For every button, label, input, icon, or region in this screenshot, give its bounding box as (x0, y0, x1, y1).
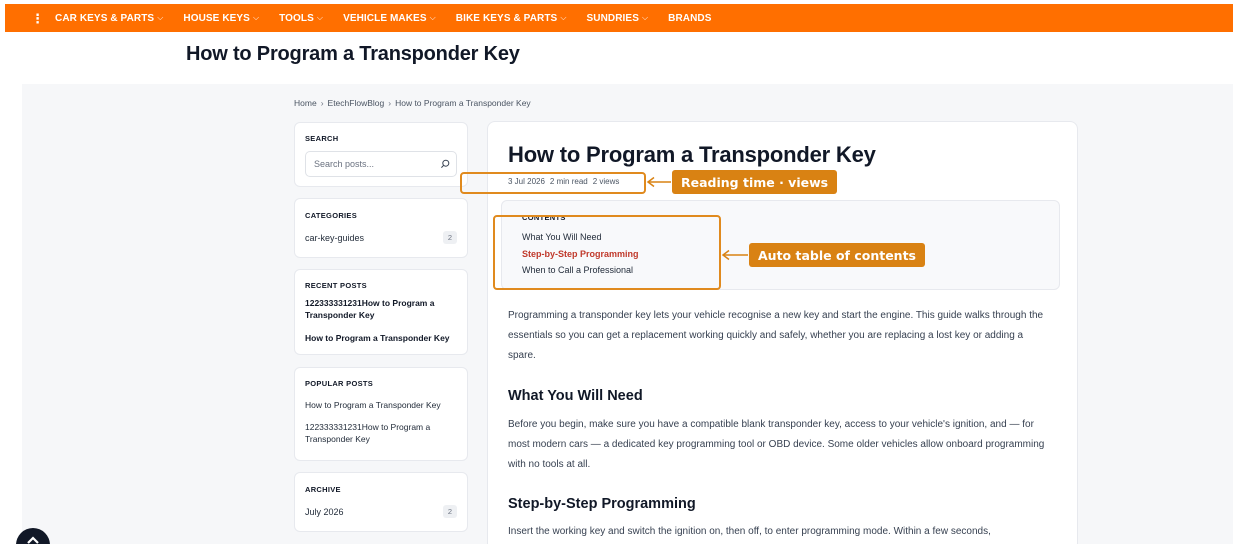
chevron-down-icon: ⌵ (252, 13, 260, 22)
arrow-up-icon (27, 536, 39, 544)
nav-tools[interactable]: TOOLS ⌵ (279, 13, 323, 24)
archive-item[interactable]: July 2026 2 (305, 505, 457, 518)
breadcrumb-home[interactable]: Home (294, 98, 317, 108)
breadcrumb-separator: › (320, 98, 324, 108)
recent-post-link[interactable]: How to Program a Transponder Key (305, 332, 453, 344)
chevron-down-icon: ⌵ (157, 13, 164, 22)
recent-posts-widget: RECENT POSTS 122333331231How to Program … (294, 269, 468, 355)
search-input[interactable] (314, 159, 434, 169)
article-meta: 3 Jul 2026 2 min read 2 views (508, 177, 619, 186)
nav-house-keys[interactable]: HOUSE KEYS ⌵ (183, 13, 259, 24)
categories-widget: CATEGORIES car-key-guides 2 (294, 198, 468, 258)
breadcrumb-blog[interactable]: EtechFlowBlog (328, 98, 385, 108)
archive-widget: ARCHIVE July 2026 2 (294, 472, 468, 532)
categories-title: CATEGORIES (305, 211, 358, 220)
toc-item-what-you-will-need[interactable]: What You Will Need (522, 232, 602, 242)
search-widget: SEARCH (294, 122, 468, 187)
nav-sundries[interactable]: SUNDRIES ⌵ (586, 13, 648, 24)
article-title: How to Program a Transponder Key (508, 142, 876, 167)
archive-label[interactable]: July 2026 (305, 507, 344, 517)
archive-count-badge: 2 (443, 505, 457, 518)
page: ⋮ CAR KEYS & PARTS ⌵ HOUSE KEYS ⌵ TOOLS ⌵ V… (0, 0, 1233, 544)
breadcrumb: Home › EtechFlowBlog › How to Program a Tran… (294, 98, 531, 108)
read-time: 2 min read (549, 177, 588, 186)
menu-kebab-icon[interactable]: ⋮ (31, 12, 45, 25)
meta-callout: Reading time · views (672, 170, 838, 194)
toc-item-call-professional[interactable]: When to Call a Professional (522, 265, 633, 275)
popular-post-link[interactable]: How to Program a Transponder Key (305, 399, 453, 411)
search-icon[interactable] (440, 159, 450, 169)
recent-posts-title: RECENT POSTS (305, 281, 367, 290)
post-date: 3 Jul 2026 (508, 177, 545, 186)
chevron-down-icon: ⌵ (641, 13, 649, 22)
category-item[interactable]: car-key-guides 2 (305, 231, 457, 244)
chevron-down-icon: ⌵ (316, 13, 324, 22)
section-heading-what-you-will-need: What You Will Need (508, 388, 643, 404)
toc-item-step-by-step[interactable]: Step-by-Step Programming (522, 249, 639, 259)
category-count-badge: 2 (443, 231, 457, 244)
popular-posts-title: POPULAR POSTS (305, 379, 374, 388)
category-label[interactable]: car-key-guides (305, 233, 364, 243)
archive-title: ARCHIVE (305, 485, 341, 494)
nav-car-keys-parts[interactable]: CAR KEYS & PARTS ⌵ (55, 13, 163, 24)
section-paragraph: Before you begin, make sure you have a c… (508, 419, 1045, 470)
breadcrumb-separator: › (388, 98, 392, 108)
toc-title: CONTENTS (522, 213, 566, 222)
section-paragraph: Insert the working key and switch the ig… (508, 526, 991, 537)
search-field[interactable] (305, 151, 457, 177)
search-title: SEARCH (305, 134, 339, 143)
arrow-left-icon (646, 176, 671, 188)
top-nav: ⋮ CAR KEYS & PARTS ⌵ HOUSE KEYS ⌵ TOOLS ⌵ V… (5, 4, 1233, 32)
nav-bike-keys-parts[interactable]: BIKE KEYS & PARTS ⌵ (456, 13, 567, 24)
nav-vehicle-makes[interactable]: VEHICLE MAKES ⌵ (343, 13, 436, 24)
toc-callout: Auto table of contents (749, 243, 926, 267)
breadcrumb-current: How to Program a Transponder Key (395, 98, 531, 108)
popular-post-link[interactable]: 122333331231How to Program a Transponder… (305, 421, 453, 445)
nav-brands[interactable]: BRANDS (668, 13, 711, 24)
intro-paragraph: Programming a transponder key lets your … (508, 310, 1044, 361)
arrow-left-icon (721, 249, 748, 261)
recent-post-link[interactable]: 122333331231How to Program a Transponder… (305, 297, 453, 321)
chevron-down-icon: ⌵ (560, 13, 567, 22)
view-count: 2 views (592, 177, 620, 186)
section-heading-step-by-step: Step-by-Step Programming (508, 496, 696, 512)
chevron-down-icon: ⌵ (429, 13, 436, 22)
popular-posts-widget: POPULAR POSTS How to Program a Transpond… (294, 367, 468, 461)
page-title: How to Program a Transponder Key (186, 43, 520, 65)
